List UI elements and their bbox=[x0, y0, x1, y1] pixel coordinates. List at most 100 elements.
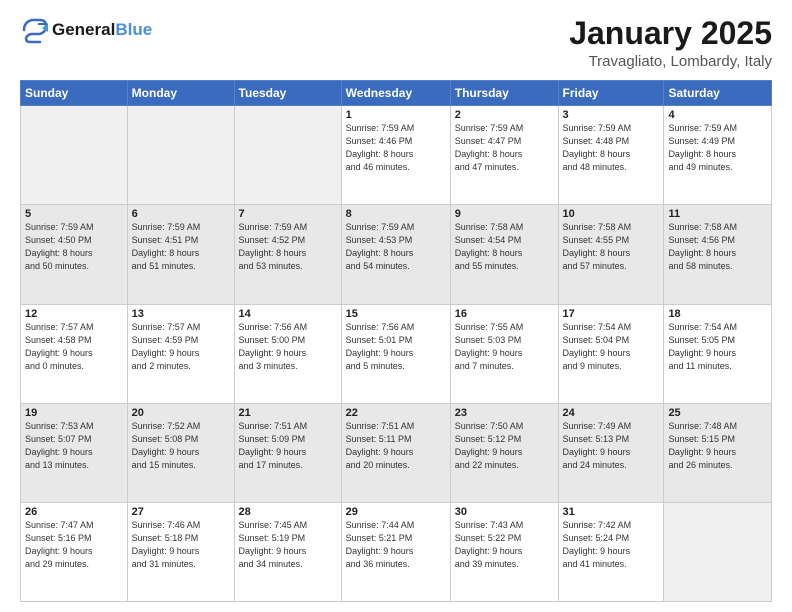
day-number: 19 bbox=[25, 407, 123, 419]
calendar-week-row: 12Sunrise: 7:57 AM Sunset: 4:58 PM Dayli… bbox=[21, 304, 772, 403]
month-title: January 2025 bbox=[569, 16, 772, 51]
day-info: Sunrise: 7:46 AM Sunset: 5:18 PM Dayligh… bbox=[132, 519, 230, 571]
day-number: 24 bbox=[563, 407, 660, 419]
calendar-day-cell: 12Sunrise: 7:57 AM Sunset: 4:58 PM Dayli… bbox=[21, 304, 128, 403]
calendar-day-cell: 3Sunrise: 7:59 AM Sunset: 4:48 PM Daylig… bbox=[558, 106, 664, 205]
calendar-week-row: 19Sunrise: 7:53 AM Sunset: 5:07 PM Dayli… bbox=[21, 403, 772, 502]
day-info: Sunrise: 7:49 AM Sunset: 5:13 PM Dayligh… bbox=[563, 420, 660, 472]
day-number: 30 bbox=[455, 506, 554, 518]
day-info: Sunrise: 7:51 AM Sunset: 5:09 PM Dayligh… bbox=[239, 420, 337, 472]
day-number: 4 bbox=[668, 109, 767, 121]
calendar-day-cell: 9Sunrise: 7:58 AM Sunset: 4:54 PM Daylig… bbox=[450, 205, 558, 304]
calendar-day-cell: 13Sunrise: 7:57 AM Sunset: 4:59 PM Dayli… bbox=[127, 304, 234, 403]
day-info: Sunrise: 7:59 AM Sunset: 4:50 PM Dayligh… bbox=[25, 221, 123, 273]
calendar-day-cell: 8Sunrise: 7:59 AM Sunset: 4:53 PM Daylig… bbox=[341, 205, 450, 304]
day-number: 13 bbox=[132, 308, 230, 320]
day-number: 20 bbox=[132, 407, 230, 419]
logo-text: GeneralBlue bbox=[52, 21, 152, 40]
logo-icon bbox=[20, 16, 48, 44]
day-number: 28 bbox=[239, 506, 337, 518]
calendar-day-cell: 22Sunrise: 7:51 AM Sunset: 5:11 PM Dayli… bbox=[341, 403, 450, 502]
day-info: Sunrise: 7:52 AM Sunset: 5:08 PM Dayligh… bbox=[132, 420, 230, 472]
day-info: Sunrise: 7:59 AM Sunset: 4:51 PM Dayligh… bbox=[132, 221, 230, 273]
day-info: Sunrise: 7:51 AM Sunset: 5:11 PM Dayligh… bbox=[346, 420, 446, 472]
day-number: 3 bbox=[563, 109, 660, 121]
day-number: 5 bbox=[25, 208, 123, 220]
calendar-day-cell: 16Sunrise: 7:55 AM Sunset: 5:03 PM Dayli… bbox=[450, 304, 558, 403]
calendar-table: SundayMondayTuesdayWednesdayThursdayFrid… bbox=[20, 80, 772, 602]
day-info: Sunrise: 7:48 AM Sunset: 5:15 PM Dayligh… bbox=[668, 420, 767, 472]
calendar-day-cell: 27Sunrise: 7:46 AM Sunset: 5:18 PM Dayli… bbox=[127, 502, 234, 601]
day-number: 10 bbox=[563, 208, 660, 220]
day-number: 2 bbox=[455, 109, 554, 121]
day-info: Sunrise: 7:57 AM Sunset: 4:58 PM Dayligh… bbox=[25, 321, 123, 373]
calendar-header-row: SundayMondayTuesdayWednesdayThursdayFrid… bbox=[21, 81, 772, 106]
day-info: Sunrise: 7:59 AM Sunset: 4:53 PM Dayligh… bbox=[346, 221, 446, 273]
day-number: 17 bbox=[563, 308, 660, 320]
day-info: Sunrise: 7:50 AM Sunset: 5:12 PM Dayligh… bbox=[455, 420, 554, 472]
title-block: January 2025 Travagliato, Lombardy, Ital… bbox=[569, 16, 772, 70]
day-number: 6 bbox=[132, 208, 230, 220]
day-number: 15 bbox=[346, 308, 446, 320]
day-info: Sunrise: 7:59 AM Sunset: 4:49 PM Dayligh… bbox=[668, 122, 767, 174]
calendar-day-cell: 7Sunrise: 7:59 AM Sunset: 4:52 PM Daylig… bbox=[234, 205, 341, 304]
day-info: Sunrise: 7:59 AM Sunset: 4:47 PM Dayligh… bbox=[455, 122, 554, 174]
weekday-header: Thursday bbox=[450, 81, 558, 106]
calendar-day-cell: 17Sunrise: 7:54 AM Sunset: 5:04 PM Dayli… bbox=[558, 304, 664, 403]
calendar-day-cell: 11Sunrise: 7:58 AM Sunset: 4:56 PM Dayli… bbox=[664, 205, 772, 304]
calendar-day-cell bbox=[664, 502, 772, 601]
calendar-day-cell: 10Sunrise: 7:58 AM Sunset: 4:55 PM Dayli… bbox=[558, 205, 664, 304]
day-number: 21 bbox=[239, 407, 337, 419]
day-number: 25 bbox=[668, 407, 767, 419]
calendar-day-cell: 31Sunrise: 7:42 AM Sunset: 5:24 PM Dayli… bbox=[558, 502, 664, 601]
calendar-day-cell bbox=[127, 106, 234, 205]
day-number: 22 bbox=[346, 407, 446, 419]
calendar-day-cell: 15Sunrise: 7:56 AM Sunset: 5:01 PM Dayli… bbox=[341, 304, 450, 403]
day-info: Sunrise: 7:58 AM Sunset: 4:54 PM Dayligh… bbox=[455, 221, 554, 273]
calendar-day-cell: 25Sunrise: 7:48 AM Sunset: 5:15 PM Dayli… bbox=[664, 403, 772, 502]
weekday-header: Tuesday bbox=[234, 81, 341, 106]
day-number: 12 bbox=[25, 308, 123, 320]
day-info: Sunrise: 7:53 AM Sunset: 5:07 PM Dayligh… bbox=[25, 420, 123, 472]
day-info: Sunrise: 7:59 AM Sunset: 4:48 PM Dayligh… bbox=[563, 122, 660, 174]
weekday-header: Monday bbox=[127, 81, 234, 106]
day-number: 29 bbox=[346, 506, 446, 518]
calendar-week-row: 1Sunrise: 7:59 AM Sunset: 4:46 PM Daylig… bbox=[21, 106, 772, 205]
header: GeneralBlue January 2025 Travagliato, Lo… bbox=[20, 16, 772, 70]
calendar-day-cell: 21Sunrise: 7:51 AM Sunset: 5:09 PM Dayli… bbox=[234, 403, 341, 502]
day-number: 7 bbox=[239, 208, 337, 220]
calendar-day-cell: 26Sunrise: 7:47 AM Sunset: 5:16 PM Dayli… bbox=[21, 502, 128, 601]
day-number: 23 bbox=[455, 407, 554, 419]
calendar-day-cell: 6Sunrise: 7:59 AM Sunset: 4:51 PM Daylig… bbox=[127, 205, 234, 304]
calendar-day-cell: 1Sunrise: 7:59 AM Sunset: 4:46 PM Daylig… bbox=[341, 106, 450, 205]
calendar-day-cell: 20Sunrise: 7:52 AM Sunset: 5:08 PM Dayli… bbox=[127, 403, 234, 502]
calendar-day-cell: 18Sunrise: 7:54 AM Sunset: 5:05 PM Dayli… bbox=[664, 304, 772, 403]
day-info: Sunrise: 7:58 AM Sunset: 4:56 PM Dayligh… bbox=[668, 221, 767, 273]
page: GeneralBlue January 2025 Travagliato, Lo… bbox=[0, 0, 792, 612]
day-number: 11 bbox=[668, 208, 767, 220]
calendar-week-row: 5Sunrise: 7:59 AM Sunset: 4:50 PM Daylig… bbox=[21, 205, 772, 304]
day-number: 8 bbox=[346, 208, 446, 220]
day-info: Sunrise: 7:56 AM Sunset: 5:01 PM Dayligh… bbox=[346, 321, 446, 373]
weekday-header: Friday bbox=[558, 81, 664, 106]
day-info: Sunrise: 7:57 AM Sunset: 4:59 PM Dayligh… bbox=[132, 321, 230, 373]
day-number: 1 bbox=[346, 109, 446, 121]
day-info: Sunrise: 7:43 AM Sunset: 5:22 PM Dayligh… bbox=[455, 519, 554, 571]
calendar-day-cell: 14Sunrise: 7:56 AM Sunset: 5:00 PM Dayli… bbox=[234, 304, 341, 403]
calendar-day-cell bbox=[21, 106, 128, 205]
calendar-day-cell bbox=[234, 106, 341, 205]
calendar-day-cell: 23Sunrise: 7:50 AM Sunset: 5:12 PM Dayli… bbox=[450, 403, 558, 502]
calendar-day-cell: 28Sunrise: 7:45 AM Sunset: 5:19 PM Dayli… bbox=[234, 502, 341, 601]
weekday-header: Wednesday bbox=[341, 81, 450, 106]
day-info: Sunrise: 7:45 AM Sunset: 5:19 PM Dayligh… bbox=[239, 519, 337, 571]
day-number: 26 bbox=[25, 506, 123, 518]
weekday-header: Saturday bbox=[664, 81, 772, 106]
logo: GeneralBlue bbox=[20, 16, 152, 44]
day-number: 9 bbox=[455, 208, 554, 220]
calendar-day-cell: 24Sunrise: 7:49 AM Sunset: 5:13 PM Dayli… bbox=[558, 403, 664, 502]
day-info: Sunrise: 7:56 AM Sunset: 5:00 PM Dayligh… bbox=[239, 321, 337, 373]
calendar-day-cell: 2Sunrise: 7:59 AM Sunset: 4:47 PM Daylig… bbox=[450, 106, 558, 205]
day-info: Sunrise: 7:59 AM Sunset: 4:46 PM Dayligh… bbox=[346, 122, 446, 174]
calendar-day-cell: 30Sunrise: 7:43 AM Sunset: 5:22 PM Dayli… bbox=[450, 502, 558, 601]
calendar-day-cell: 4Sunrise: 7:59 AM Sunset: 4:49 PM Daylig… bbox=[664, 106, 772, 205]
